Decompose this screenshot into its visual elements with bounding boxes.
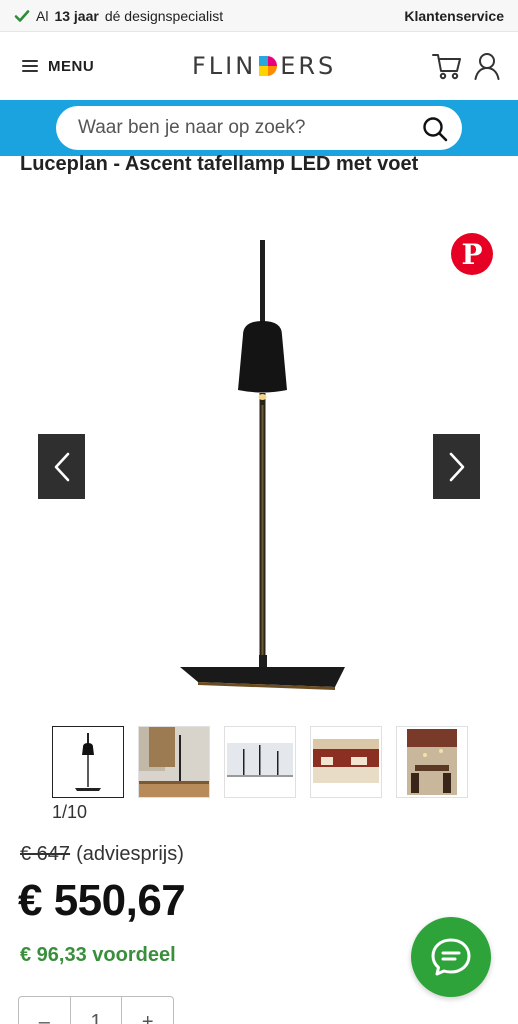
- thumbnail-2[interactable]: [138, 726, 210, 798]
- search-icon[interactable]: [422, 116, 448, 142]
- thumbnail-1[interactable]: [52, 726, 124, 798]
- usp-text: Al 13 jaar dé designspecialist: [14, 8, 223, 24]
- site-header: MENU FLIN ERS: [0, 32, 518, 100]
- product-title: Luceplan - Ascent tafellamp LED met voet: [20, 153, 419, 175]
- saving-amount: € 96,33 voordeel: [20, 944, 176, 966]
- previous-image-button[interactable]: [38, 434, 85, 499]
- image-counter: 1/10: [52, 802, 88, 822]
- product-image[interactable]: [170, 235, 360, 705]
- usp-bold: 13 jaar: [54, 7, 99, 24]
- thumbnail-strip: [52, 726, 468, 798]
- menu-button[interactable]: MENU: [22, 32, 94, 100]
- current-price: € 550,67: [18, 876, 186, 925]
- thumbnail-image: [225, 727, 295, 797]
- advice-price-note: (adviesprijs): [76, 843, 184, 865]
- thumbnail-3[interactable]: [224, 726, 296, 798]
- flinders-logo[interactable]: FLIN ERS: [192, 32, 336, 100]
- chevron-right-icon: [449, 452, 464, 481]
- search-box[interactable]: [56, 106, 462, 150]
- pinterest-icon[interactable]: P: [451, 233, 493, 275]
- next-image-button[interactable]: [433, 434, 480, 499]
- chat-icon: [431, 938, 471, 976]
- usp-prefix: Al: [36, 7, 49, 24]
- old-price: € 647: [20, 843, 71, 865]
- user-icon[interactable]: [474, 52, 500, 80]
- customer-service-link[interactable]: Klantenservice: [404, 8, 504, 24]
- thumbnail-image: [139, 727, 209, 797]
- quantity-value[interactable]: 1: [69, 997, 122, 1024]
- search-bar: [0, 100, 518, 156]
- check-icon: [14, 9, 30, 22]
- chat-button[interactable]: [411, 917, 491, 997]
- usp-bar: Al 13 jaar dé designspecialist Klantense…: [0, 0, 518, 32]
- thumbnail-5[interactable]: [396, 726, 468, 798]
- usp-suffix: dé designspecialist: [104, 7, 224, 24]
- chevron-left-icon: [54, 452, 69, 481]
- logo-d-mark: [259, 56, 278, 76]
- cart-icon[interactable]: [432, 52, 462, 80]
- thumbnail-image: [397, 727, 467, 797]
- quantity-decrease-button[interactable]: –: [19, 997, 70, 1024]
- thumbnail-image: [311, 727, 381, 797]
- search-input[interactable]: [78, 117, 408, 139]
- menu-label: MENU: [48, 57, 95, 75]
- quantity-increase-button[interactable]: +: [121, 997, 173, 1024]
- logo-text-right: ERS: [280, 52, 337, 80]
- thumbnail-image: [75, 733, 101, 791]
- thumbnail-4[interactable]: [310, 726, 382, 798]
- logo-text-left: FLIN: [192, 52, 257, 80]
- hamburger-icon: [22, 60, 38, 72]
- advice-price: € 647 (adviesprijs): [20, 843, 184, 866]
- quantity-stepper: – 1 +: [18, 996, 174, 1024]
